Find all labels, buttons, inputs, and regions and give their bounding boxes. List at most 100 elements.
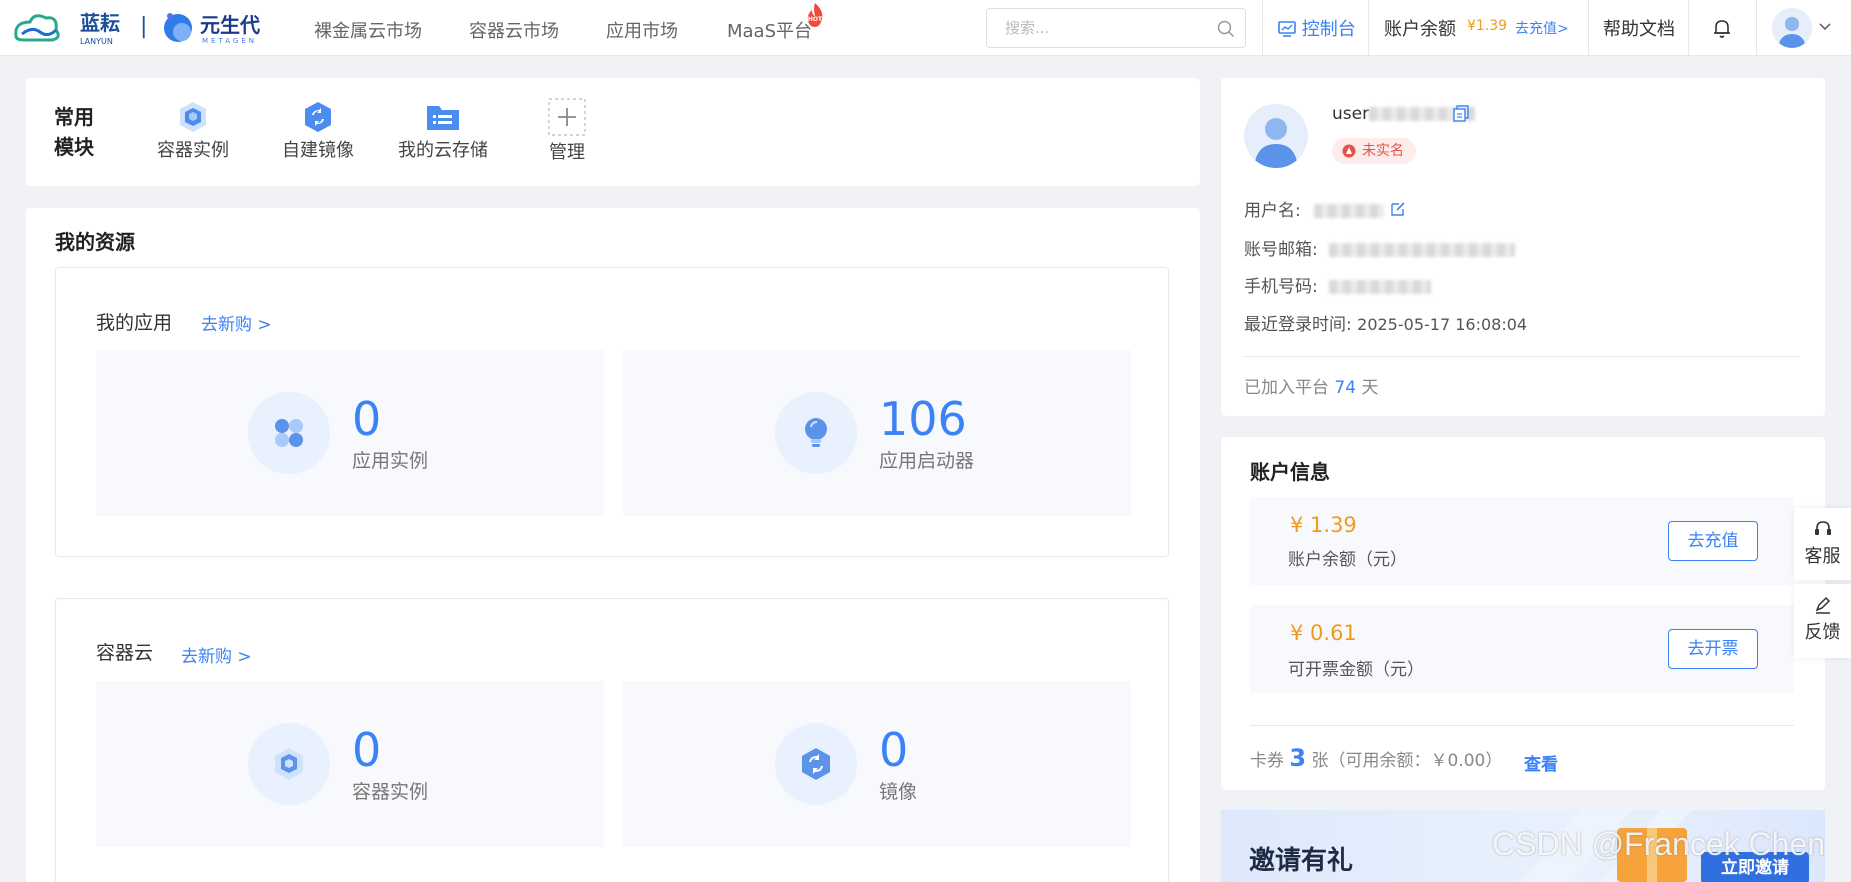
storage-icon [427, 106, 459, 130]
balance-label: 账户余额（元） [1288, 550, 1407, 570]
module-cloud-storage[interactable]: 我的云存储 [388, 100, 498, 162]
stat-label: 容器实例 [352, 781, 429, 803]
stat-icon-circle [775, 392, 857, 474]
joined-row: 已加入平台 74 天 [1244, 373, 1378, 398]
stat-app-instances[interactable]: 0 应用实例 [96, 350, 604, 516]
feedback-button[interactable]: 反馈 [1794, 584, 1851, 658]
lanyun-logo[interactable]: 蓝耘 LANYUN [12, 8, 152, 48]
user-prefix: user [1332, 104, 1370, 124]
user-avatar[interactable] [1772, 8, 1812, 48]
module-container-instance[interactable]: 容器实例 [138, 100, 248, 162]
header-balance-value: ¥1.39 [1467, 18, 1508, 34]
coupon-view-link[interactable]: 查看 [1524, 750, 1558, 775]
feedback-label: 反馈 [1804, 622, 1841, 643]
module-label: 自建镜像 [282, 140, 354, 161]
help-docs-link[interactable]: 帮助文档 [1603, 15, 1675, 41]
image-icon [802, 748, 830, 780]
logo-divider: | [140, 14, 148, 39]
invoice-label: 可开票金额（元） [1288, 660, 1424, 680]
last-login-value: 2025-05-17 16:08:04 [1357, 315, 1528, 334]
last-login-label: 最近登录时间: [1244, 315, 1352, 335]
module-label: 我的云存储 [398, 140, 488, 161]
user-avatar-icon [1778, 17, 1806, 48]
balance-panel: ¥ 1.39 账户余额（元） 去充值 [1250, 497, 1794, 585]
phone-row: 手机号码: [1244, 272, 1432, 297]
stat-icon-circle [248, 392, 330, 474]
redacted-phone [1329, 280, 1432, 294]
metagen-logo[interactable]: 元生代 METAGEN [156, 4, 276, 48]
warning-shield-icon [1342, 144, 1356, 158]
invite-title: 邀请有礼 [1249, 846, 1354, 876]
email-row: 账号邮箱: [1244, 235, 1516, 260]
container-cloud-title: 容器云 [96, 642, 154, 664]
my-apps-buy-link[interactable]: 去新购 > [201, 310, 272, 335]
console-label: 控制台 [1301, 19, 1356, 40]
container-cloud-buy-link[interactable]: 去新购 > [181, 642, 252, 667]
coupon-row: 卡券 3 张（可用余额：￥0.00） [1250, 744, 1502, 772]
joined-prefix: 已加入平台 [1244, 378, 1329, 398]
divider [1588, 0, 1589, 56]
stat-container-instances[interactable]: 0 容器实例 [96, 681, 604, 847]
redacted-email [1329, 243, 1516, 257]
my-apps-title: 我的应用 [96, 312, 173, 334]
my-resources-title: 我的资源 [55, 230, 135, 254]
joined-days: 74 [1334, 378, 1357, 398]
divider [1262, 0, 1263, 56]
user-avatar-icon [1254, 118, 1298, 168]
container-icon [275, 748, 303, 780]
customer-service-button[interactable]: 客服 [1794, 508, 1851, 580]
account-info-title: 账户信息 [1250, 460, 1330, 484]
phone-label: 手机号码: [1244, 277, 1318, 297]
stat-icon-circle [248, 723, 330, 805]
nav-container-market[interactable]: 容器云市场 [469, 17, 559, 43]
email-label: 账号邮箱: [1244, 240, 1318, 260]
recharge-button[interactable]: 去充值 [1668, 521, 1758, 561]
nav-baremetal-market[interactable]: 裸金属云市场 [314, 17, 422, 43]
unverified-badge[interactable]: 未实名 [1332, 138, 1416, 164]
plus-icon [548, 98, 586, 136]
divider [1756, 0, 1757, 56]
apps-icon [275, 419, 303, 447]
search-input[interactable] [1005, 9, 1215, 47]
search-box[interactable] [986, 8, 1246, 48]
headset-icon [1814, 521, 1831, 535]
joined-suffix: 天 [1361, 378, 1379, 398]
pen-icon [1815, 596, 1830, 614]
divider [1368, 0, 1369, 56]
watermark-text: CSDN @Francek Chen [1492, 826, 1826, 862]
search-icon[interactable] [1217, 20, 1235, 38]
copy-icon[interactable] [1452, 104, 1470, 122]
bell-icon[interactable] [1710, 16, 1734, 40]
divider [1250, 725, 1794, 726]
stat-app-launchers[interactable]: 106 应用启动器 [623, 350, 1131, 516]
module-manage[interactable]: 管理 [512, 98, 622, 164]
header-recharge-link[interactable]: 去充值> [1515, 18, 1569, 38]
stat-value: 0 [352, 392, 382, 446]
customer-service-label: 客服 [1804, 546, 1841, 567]
invoice-panel: ¥ 0.61 可开票金额（元） 去开票 [1250, 605, 1794, 693]
stat-value: 106 [879, 392, 967, 446]
invoice-button[interactable]: 去开票 [1668, 629, 1758, 669]
logo2-text: 元生代 [200, 13, 260, 37]
container-icon [180, 102, 206, 132]
module-custom-image[interactable]: 自建镜像 [263, 100, 373, 162]
hot-flame-icon: HOT [807, 3, 823, 27]
coupon-suffix: 张（可用余额：￥0.00） [1311, 751, 1503, 771]
username-label: 用户名: [1244, 201, 1301, 221]
stat-value: 0 [352, 723, 382, 777]
nav-app-market[interactable]: 应用市场 [606, 17, 678, 43]
nav-maas-platform[interactable]: MaaS平台 [727, 17, 812, 43]
redacted-username [1314, 204, 1385, 218]
chevron-down-icon[interactable] [1818, 22, 1832, 32]
stat-images[interactable]: 0 镜像 [623, 681, 1131, 847]
lightbulb-icon [805, 418, 827, 447]
stat-icon-circle [775, 723, 857, 805]
profile-avatar[interactable] [1244, 104, 1308, 168]
last-login-row: 最近登录时间: 2025-05-17 16:08:04 [1244, 310, 1527, 335]
balance-amount: ¥ 1.39 [1290, 513, 1357, 537]
logo1-text: 蓝耘 [80, 11, 120, 35]
console-link[interactable]: 控制台 [1278, 15, 1356, 41]
divider [1688, 0, 1689, 56]
edit-icon[interactable] [1390, 201, 1406, 217]
invoice-amount: ¥ 0.61 [1290, 621, 1357, 645]
